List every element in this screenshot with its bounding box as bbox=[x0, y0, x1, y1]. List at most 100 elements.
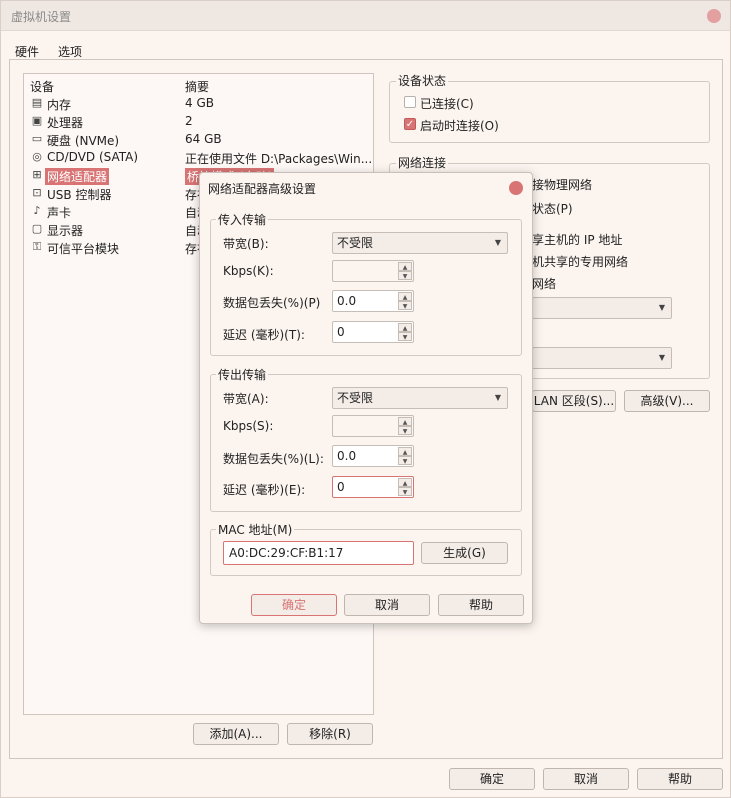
chevron-down-icon[interactable]: ▼ bbox=[398, 426, 412, 435]
chevron-up-icon[interactable]: ▲ bbox=[398, 323, 412, 332]
outgoing-latency-value: 0 bbox=[337, 480, 345, 494]
advanced-button[interactable]: 高级(V)... bbox=[624, 390, 710, 412]
custom-option-label: 网络 bbox=[532, 277, 557, 291]
chevron-down-icon[interactable]: ▼ bbox=[398, 456, 412, 465]
remove-device-button[interactable]: 移除(R) bbox=[287, 723, 373, 745]
disk-icon: ▭ bbox=[31, 132, 43, 145]
incoming-latency-label: 延迟 (毫秒)(T): bbox=[223, 328, 305, 342]
connected-label: 已连接(C) bbox=[420, 97, 474, 111]
tpm-icon: ⚿ bbox=[32, 240, 42, 253]
device-name: CD/DVD (SATA) bbox=[47, 150, 139, 164]
chevron-down-icon[interactable]: ▼ bbox=[398, 301, 412, 310]
advanced-network-dialog: 网络适配器高级设置 传入传输 带宽(B): 不受限 ▼ Kbps(K): ▲ ▼ 数… bbox=[199, 172, 533, 624]
incoming-loss-value: 0.0 bbox=[337, 294, 357, 308]
memory-icon: ▤ bbox=[31, 96, 43, 109]
device-status-label: 设备状态 bbox=[396, 72, 449, 89]
header-device: 设备 bbox=[30, 80, 55, 94]
usb-icon: ⊡ bbox=[32, 186, 42, 199]
custom-network-select[interactable]: ▼ bbox=[532, 297, 672, 319]
incoming-bandwidth-select[interactable]: 不受限 ▼ bbox=[332, 232, 508, 254]
device-summary: 4 GB bbox=[185, 96, 214, 110]
device-name: 硬盘 (NVMe) bbox=[47, 134, 120, 148]
outgoing-bandwidth-value: 不受限 bbox=[337, 391, 374, 405]
chevron-down-icon: ▼ bbox=[494, 393, 501, 402]
device-summary: 正在使用文件 D:\Packages\Win... bbox=[185, 152, 373, 166]
chevron-up-icon[interactable]: ▲ bbox=[398, 478, 412, 487]
outgoing-latency-label: 延迟 (毫秒)(E): bbox=[223, 483, 306, 497]
device-summary: 2 bbox=[185, 114, 193, 128]
device-name: 网络适配器 bbox=[45, 168, 110, 185]
device-name: 显示器 bbox=[47, 224, 84, 238]
device-summary: 64 GB bbox=[185, 132, 222, 146]
replicate-state-label: 状态(P) bbox=[532, 202, 573, 216]
dialog-title: 网络适配器高级设置 bbox=[208, 182, 317, 196]
device-name: USB 控制器 bbox=[47, 188, 112, 202]
device-row-processor[interactable]: ▣ 处理器 2 bbox=[24, 112, 373, 130]
display-icon: ▢ bbox=[31, 222, 43, 235]
dialog-ok-button[interactable]: 确定 bbox=[251, 594, 337, 616]
dialog-cancel-button[interactable]: 取消 bbox=[344, 594, 430, 616]
chevron-up-icon[interactable]: ▲ bbox=[398, 447, 412, 456]
outgoing-bandwidth-label: 带宽(A): bbox=[223, 392, 269, 406]
device-row-memory[interactable]: ▤ 内存 4 GB bbox=[24, 94, 373, 112]
incoming-loss-stepper[interactable]: 0.0 ▲ ▼ bbox=[332, 290, 414, 312]
mac-label: MAC 地址(M) bbox=[216, 521, 295, 538]
help-button[interactable]: 帮助 bbox=[637, 768, 723, 790]
incoming-bandwidth-label: 带宽(B): bbox=[223, 237, 269, 251]
connected-checkbox[interactable] bbox=[404, 96, 416, 108]
generate-mac-button[interactable]: 生成(G) bbox=[421, 542, 508, 564]
chevron-down-icon: ▼ bbox=[658, 353, 665, 362]
incoming-kbps-label: Kbps(K): bbox=[223, 264, 274, 278]
chevron-down-icon[interactable]: ▼ bbox=[398, 487, 412, 496]
dialog-help-button[interactable]: 帮助 bbox=[438, 594, 524, 616]
add-device-button[interactable]: 添加(A)... bbox=[193, 723, 279, 745]
tab-options[interactable]: 选项 bbox=[58, 43, 82, 60]
outgoing-bandwidth-select[interactable]: 不受限 ▼ bbox=[332, 387, 508, 409]
incoming-kbps-stepper[interactable]: ▲ ▼ bbox=[332, 260, 414, 282]
header-summary: 摘要 bbox=[185, 80, 210, 94]
connect-at-power-on-checkbox[interactable]: ✓ bbox=[404, 118, 416, 130]
mac-address-input[interactable]: A0:DC:29:CF:B1:17 bbox=[223, 541, 414, 565]
device-row-cd[interactable]: ◎ CD/DVD (SATA) 正在使用文件 D:\Packages\Win..… bbox=[24, 148, 373, 166]
incoming-latency-value: 0 bbox=[337, 325, 345, 339]
chevron-down-icon[interactable]: ▼ bbox=[398, 332, 412, 341]
incoming-label: 传入传输 bbox=[216, 211, 269, 228]
outgoing-loss-label: 数据包丢失(%)(L): bbox=[223, 452, 324, 466]
incoming-latency-stepper[interactable]: 0 ▲ ▼ bbox=[332, 321, 414, 343]
close-icon[interactable] bbox=[707, 9, 721, 23]
chevron-up-icon[interactable]: ▲ bbox=[398, 292, 412, 301]
lan-segments-button[interactable]: LAN 区段(S)... bbox=[532, 390, 616, 412]
chevron-up-icon[interactable]: ▲ bbox=[398, 262, 412, 271]
device-name: 内存 bbox=[47, 98, 72, 112]
connect-at-power-on-label: 启动时连接(O) bbox=[420, 119, 499, 133]
outgoing-loss-stepper[interactable]: 0.0 ▲ ▼ bbox=[332, 445, 414, 467]
chevron-down-icon: ▼ bbox=[658, 303, 665, 312]
lan-segment-select[interactable]: ▼ bbox=[532, 347, 672, 369]
incoming-loss-label: 数据包丢失(%)(P) bbox=[223, 296, 321, 310]
title-bar: 虚拟机设置 bbox=[1, 1, 730, 31]
chevron-up-icon[interactable]: ▲ bbox=[398, 417, 412, 426]
ok-button[interactable]: 确定 bbox=[449, 768, 535, 790]
nat-option-label: 享主机的 IP 地址 bbox=[532, 233, 623, 247]
network-connection-label: 网络连接 bbox=[396, 154, 449, 171]
close-icon[interactable] bbox=[509, 181, 523, 195]
chevron-down-icon: ▼ bbox=[494, 238, 501, 247]
outgoing-label: 传出传输 bbox=[216, 366, 269, 383]
incoming-bandwidth-value: 不受限 bbox=[337, 236, 374, 250]
outgoing-loss-value: 0.0 bbox=[337, 449, 357, 463]
network-icon: ⊞ bbox=[32, 168, 42, 181]
hostonly-option-label: 机共享的专用网络 bbox=[532, 255, 629, 269]
cd-icon: ◎ bbox=[32, 150, 42, 163]
outgoing-kbps-label: Kbps(S): bbox=[223, 419, 274, 433]
chevron-down-icon[interactable]: ▼ bbox=[398, 271, 412, 280]
outgoing-latency-stepper[interactable]: 0 ▲ ▼ bbox=[332, 476, 414, 498]
cpu-icon: ▣ bbox=[31, 114, 43, 127]
device-name: 可信平台模块 bbox=[47, 242, 120, 256]
device-name: 处理器 bbox=[47, 116, 84, 130]
outgoing-kbps-stepper[interactable]: ▲ ▼ bbox=[332, 415, 414, 437]
device-row-disk[interactable]: ▭ 硬盘 (NVMe) 64 GB bbox=[24, 130, 373, 148]
window-title: 虚拟机设置 bbox=[11, 10, 72, 24]
sound-icon: ♪ bbox=[33, 204, 41, 217]
device-list-header: 设备 摘要 bbox=[24, 76, 373, 94]
cancel-button[interactable]: 取消 bbox=[543, 768, 629, 790]
